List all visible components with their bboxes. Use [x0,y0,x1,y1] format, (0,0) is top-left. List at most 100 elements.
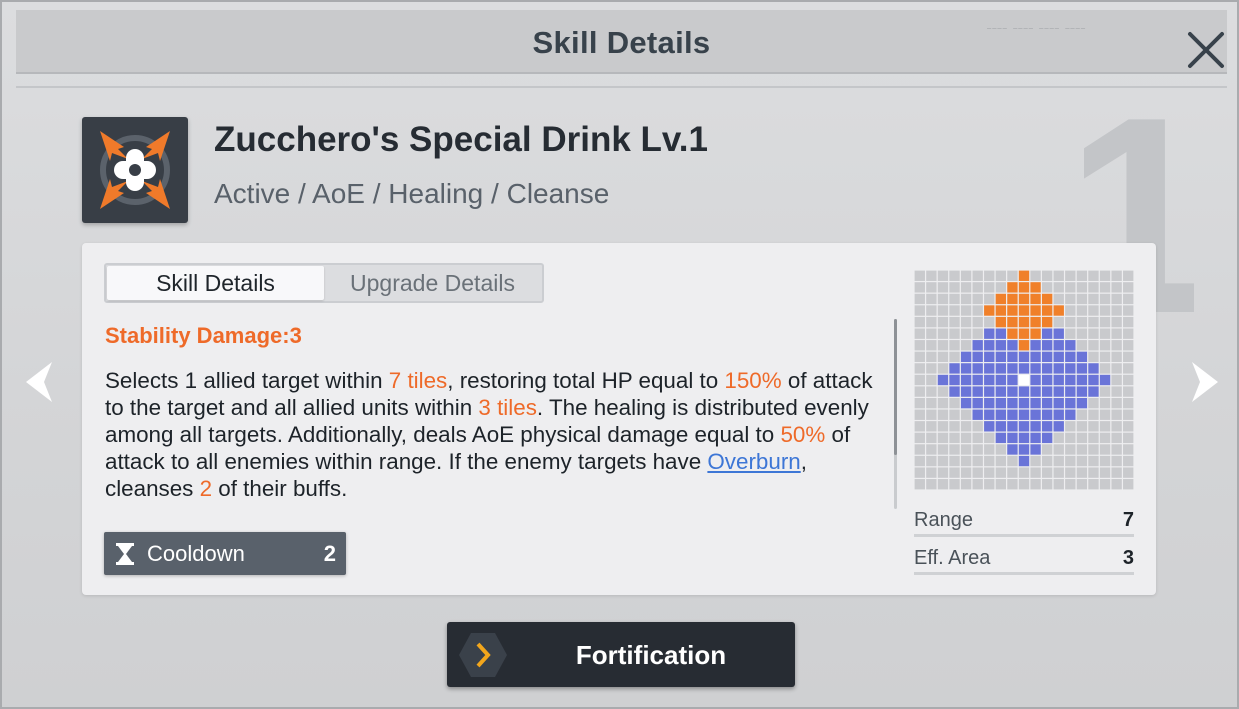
grid-cell-empty [1053,316,1064,328]
grid-cell-area [1030,293,1041,305]
next-arrow-icon[interactable] [1188,358,1224,406]
grid-cell-range [1041,421,1053,432]
grid-cell-empty [1123,328,1134,339]
grid-cell-empty [949,479,960,490]
grid-cell-empty [937,363,949,374]
grid-cell-empty [926,305,937,316]
grid-cell-empty [1041,455,1053,467]
grid-cell-range [1041,351,1053,363]
header-bar: Skill Details [16,10,1227,74]
grid-cell-empty [1076,467,1088,478]
grid-cell-range [1041,386,1053,397]
stat-range-value: 7 [1122,509,1134,531]
grid-cell-empty [1099,479,1111,490]
stat-eff-area-label: Eff. Area [914,547,991,569]
grid-cell-empty [926,421,937,432]
grid-cell-empty [1123,282,1134,293]
grid-cell-empty [1030,455,1041,467]
overburn-link[interactable]: Overburn [707,449,800,474]
grid-cell-empty [960,293,972,305]
grid-cell-empty [1123,351,1134,363]
grid-cell-empty [1053,293,1064,305]
scrollbar-thumb[interactable] [894,319,897,455]
grid-cell-area [984,305,995,316]
grid-cell-empty [1111,432,1122,444]
grid-cell-empty [926,444,937,455]
tab-skill-details[interactable]: Skill Details [107,266,324,300]
grid-cell-empty [1041,467,1053,478]
grid-cell-empty [926,409,937,420]
grid-cell-empty [1041,479,1053,490]
grid-cell-empty [937,397,949,409]
grid-cell-range [984,374,995,386]
grid-cell-empty [926,293,937,305]
grid-cell-range [995,328,1007,339]
grid-cell-empty [937,409,949,420]
grid-cell-area [1007,316,1018,328]
grid-cell-range [1030,351,1041,363]
grid-cell-empty [1076,444,1088,455]
grid-cell-empty [1041,444,1053,455]
grid-cell-empty [1065,270,1076,281]
grid-cell-empty [984,455,995,467]
highlight-range: 7 tiles [388,368,448,393]
grid-cell-range [1030,432,1041,444]
grid-cell-empty [1111,305,1122,316]
grid-cell-empty [1088,409,1099,420]
grid-cell-empty [914,282,925,293]
grid-cell-empty [914,386,925,397]
cooldown-badge: Cooldown 2 [104,532,346,575]
grid-cell-empty [1007,467,1018,478]
grid-cell-range [1053,421,1064,432]
grid-cell-empty [972,270,983,281]
grid-cell-empty [1111,374,1122,386]
grid-cell-range [995,374,1007,386]
grid-cell-empty [1088,351,1099,363]
hourglass-icon [116,543,134,565]
grid-cell-empty [1065,479,1076,490]
grid-cell-range [1076,386,1088,397]
grid-cell-empty [1076,282,1088,293]
grid-cell-empty [926,363,937,374]
grid-cell-area [1018,293,1030,305]
grid-cell-range [960,363,972,374]
grid-cell-range [1041,374,1053,386]
grid-cell-area [1007,328,1018,339]
grid-cell-range [960,351,972,363]
grid-cell-range [1076,397,1088,409]
grid-cell-empty [960,282,972,293]
grid-cell-empty [926,270,937,281]
stability-damage: Stability Damage:3 [105,323,302,348]
grid-cell-empty [1053,270,1064,281]
grid-cell-empty [1065,293,1076,305]
grid-cell-empty [1099,409,1111,420]
grid-cell-area [1007,293,1018,305]
grid-cell-range [1053,386,1064,397]
fortification-button[interactable]: Fortification [447,622,795,687]
description-scrollbar[interactable] [894,319,897,509]
grid-cell-empty [1111,479,1122,490]
grid-cell-empty [1111,316,1122,328]
tab-upgrade-details[interactable]: Upgrade Details [324,266,541,300]
grid-cell-area [1030,305,1041,316]
grid-cell-empty [937,328,949,339]
cooldown-value: 2 [323,541,336,566]
grid-cell-empty [972,421,983,432]
grid-cell-empty [1065,444,1076,455]
grid-cell-empty [1111,270,1122,281]
highlight-heal-percent: 150% [724,368,782,393]
previous-arrow-icon[interactable] [20,358,56,406]
grid-cell-empty [960,432,972,444]
close-icon[interactable] [1182,26,1230,74]
grid-cell-empty [1123,386,1134,397]
grid-cell-empty [1123,293,1134,305]
grid-cell-empty [1111,444,1122,455]
grid-cell-area [1007,305,1018,316]
grid-cell-range [972,363,983,374]
grid-cell-empty [960,479,972,490]
grid-cell-area [1030,316,1041,328]
grid-cell-empty [1088,282,1099,293]
grid-cell-empty [1123,270,1134,281]
grid-cell-empty [1088,455,1099,467]
grid-cell-empty [972,305,983,316]
